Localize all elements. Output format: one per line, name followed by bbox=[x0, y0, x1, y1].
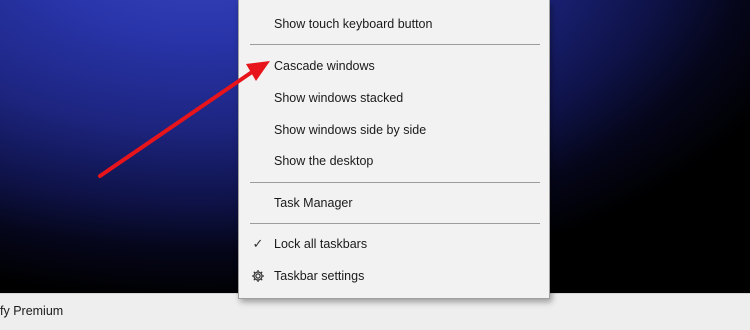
menu-item-label: Show touch keyboard button bbox=[274, 17, 433, 31]
gear-icon bbox=[250, 262, 266, 290]
menu-item-label: Show windows side by side bbox=[274, 123, 427, 137]
taskbar-app-label[interactable]: fy Premium bbox=[0, 304, 63, 318]
menu-item-label: Lock all taskbars bbox=[274, 237, 368, 251]
menu-item-show-windows-stacked[interactable]: Show windows stacked bbox=[239, 84, 549, 112]
menu-item-show-the-desktop[interactable]: Show the desktop bbox=[239, 147, 549, 175]
menu-item-label: Task Manager bbox=[274, 196, 353, 210]
menu-item-cascade-windows[interactable]: Cascade windows bbox=[239, 52, 549, 80]
menu-item-show-touch-keyboard-button[interactable]: Show touch keyboard button bbox=[239, 10, 549, 38]
menu-separator bbox=[250, 44, 540, 45]
menu-separator bbox=[250, 223, 540, 224]
menu-separator bbox=[250, 182, 540, 183]
menu-item-label: Cascade windows bbox=[274, 59, 375, 73]
menu-item-lock-all-taskbars[interactable]: ✓ Lock all taskbars bbox=[239, 230, 549, 258]
menu-item-show-windows-side-by-side[interactable]: Show windows side by side bbox=[239, 116, 549, 144]
taskbar-context-menu: Show touch keyboard button Cascade windo… bbox=[238, 0, 550, 299]
menu-item-label: Show the desktop bbox=[274, 154, 374, 168]
menu-item-task-manager[interactable]: Task Manager bbox=[239, 189, 549, 217]
menu-item-taskbar-settings[interactable]: Taskbar settings bbox=[239, 262, 549, 290]
check-icon: ✓ bbox=[252, 236, 264, 251]
menu-item-label: Show windows stacked bbox=[274, 91, 404, 105]
menu-item-label: Taskbar settings bbox=[274, 269, 365, 283]
